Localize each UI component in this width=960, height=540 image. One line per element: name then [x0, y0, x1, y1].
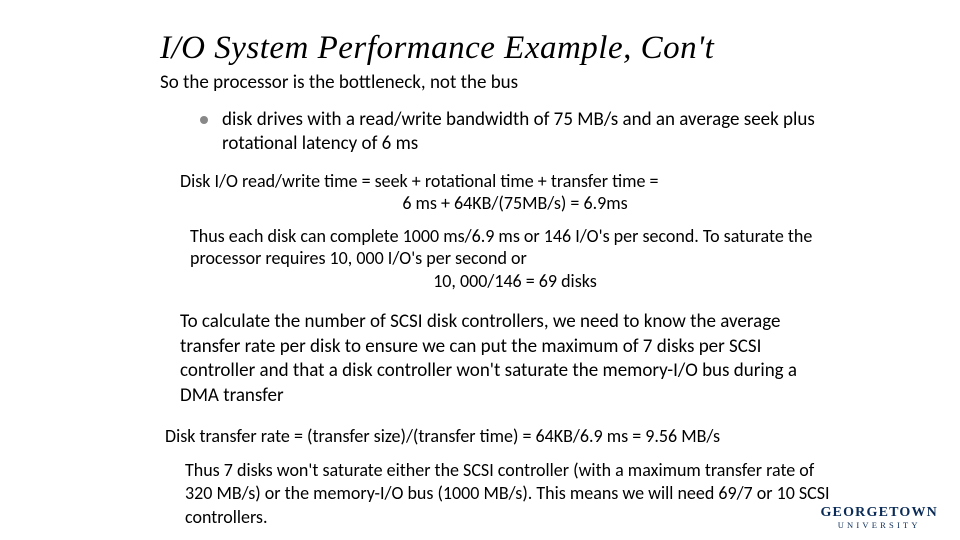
calc1-line2: 6 ms + 64KB/(75MB/s) = 6.9ms [180, 192, 850, 215]
calculation-4: Thus 7 disks won't saturate either the S… [185, 459, 840, 529]
logo-main-text: GEORGETOWN [820, 505, 938, 521]
calculation-1: Disk I/O read/write time = seek + rotati… [180, 170, 850, 215]
slide-subtitle: So the processor is the bottleneck, not … [160, 71, 910, 94]
bullet-item: disk drives with a read/write bandwidth … [200, 108, 850, 156]
calc2-line1: Thus each disk can complete 1000 ms/6.9 … [190, 225, 812, 270]
slide: I/O System Performance Example, Con't So… [0, 0, 960, 540]
calculation-3: Disk transfer rate = (transfer size)/(tr… [165, 425, 850, 447]
calc2-line2: 10, 000/146 = 69 disks [190, 270, 840, 293]
paragraph: To calculate the number of SCSI disk con… [180, 310, 830, 409]
calc1-line1: Disk I/O read/write time = seek + rotati… [180, 170, 658, 192]
logo: GEORGETOWN UNIVERSITY [820, 505, 938, 530]
bullet-text: disk drives with a read/write bandwidth … [222, 108, 850, 156]
calculation-2: Thus each disk can complete 1000 ms/6.9 … [190, 225, 840, 293]
bullet-icon [200, 116, 208, 124]
slide-title: I/O System Performance Example, Con't [160, 30, 910, 67]
logo-sub-text: UNIVERSITY [820, 520, 938, 530]
